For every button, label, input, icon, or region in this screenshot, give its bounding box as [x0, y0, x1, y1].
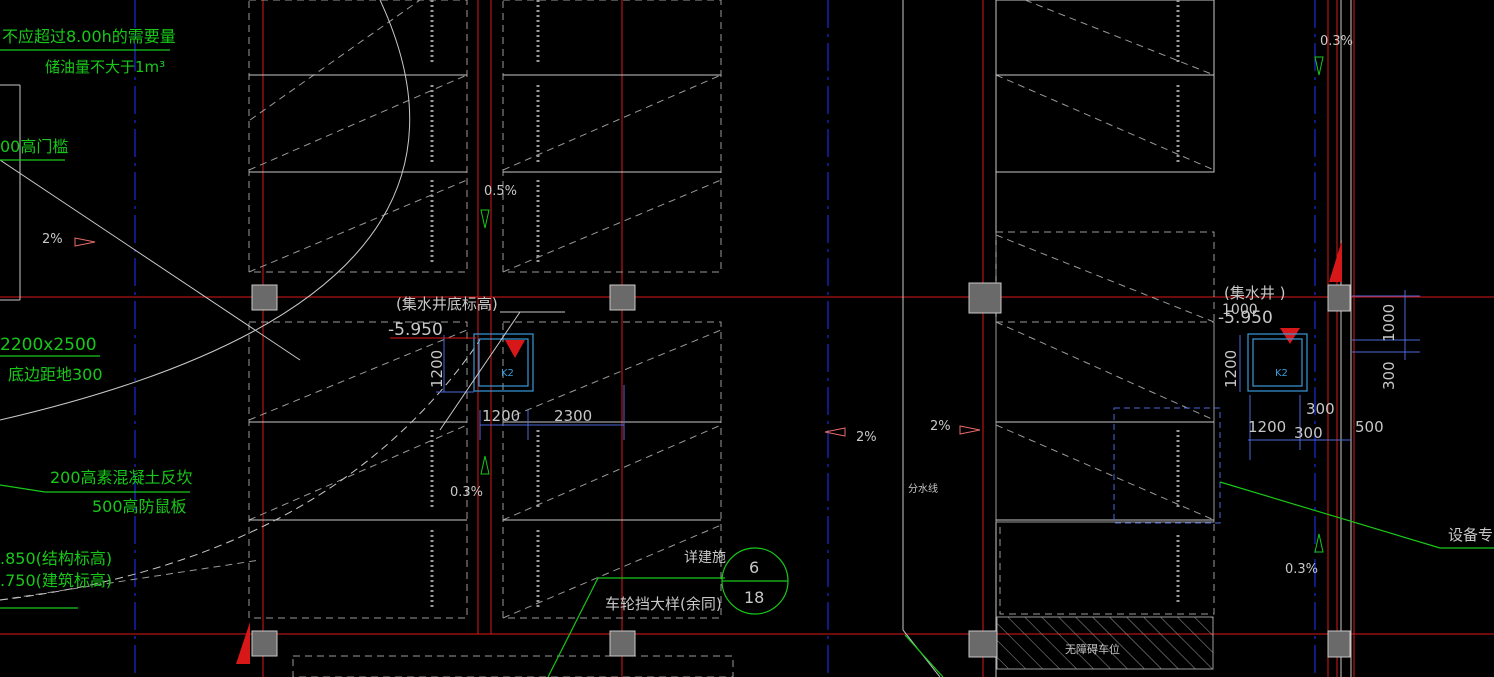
- leader-lines: [0, 49, 1494, 677]
- slope-arrow: [959, 425, 981, 435]
- stall-diagonal: [995, 74, 1215, 171]
- parking-stall: [502, 321, 722, 619]
- slope-arrow: [1314, 56, 1324, 76]
- wheel-stop-note: 车轮挡大样(余同): [605, 595, 722, 613]
- stall-diagonal: [502, 424, 722, 521]
- barrier-free-label: 无障碍车位: [1065, 642, 1120, 656]
- column: [968, 282, 1002, 314]
- sump-left-dim-h1: 1200: [482, 407, 520, 425]
- slope-label: 0.3%: [450, 485, 483, 500]
- annotation-text: 不应超过8.00h的需要量 储油量不大于1m³ 00高门槛 2200x2500 …: [0, 27, 1493, 656]
- slope-label: 0.3%: [1285, 562, 1318, 577]
- stall-diagonal: [502, 179, 722, 273]
- sump-right-dim-500: 500: [1355, 418, 1384, 436]
- column: [251, 630, 278, 657]
- slope-label: 2%: [42, 232, 63, 247]
- parking-stall: [292, 655, 734, 677]
- slope-label: 2%: [930, 419, 951, 434]
- stall-diagonal: [995, 321, 1215, 421]
- sump-outer: [1247, 333, 1308, 392]
- sump-right-dim-300v: 300: [1380, 361, 1398, 390]
- slope-label: 0.5%: [484, 184, 517, 199]
- stall-diagonal: [248, 179, 468, 273]
- stall-diagonal: [248, 74, 468, 171]
- sump-left-elev: -5.950: [388, 320, 443, 340]
- sump-right-dim-300a: 300: [1306, 400, 1335, 418]
- column: [968, 630, 998, 658]
- leader-line: [547, 577, 599, 677]
- parking-stall: [995, 231, 1215, 523]
- sump-right-dim-300b: 300: [1294, 424, 1323, 442]
- elevation-marker: [1280, 328, 1300, 344]
- column: [1327, 630, 1351, 658]
- sump-right-title: (集水井 ): [1224, 284, 1285, 302]
- rat-board-note: 500高防鼠板: [92, 497, 187, 516]
- slope-label: 2%: [856, 430, 877, 445]
- parking-stall: [248, 0, 468, 273]
- sump-right-tag: K2: [1275, 368, 1288, 379]
- slope-label: 0.3%: [1320, 34, 1353, 49]
- leader-line: [1219, 481, 1441, 549]
- sump-left-title: (集水井底标高): [396, 295, 498, 313]
- arch-elev-note: .750(建筑标高): [0, 571, 112, 590]
- ramp-arc: [0, 159, 301, 361]
- detail-number: 6: [749, 558, 759, 577]
- concrete-curb-note: 200高素混凝土反坎: [50, 468, 193, 487]
- sump-left-dim-h2: 2300: [554, 407, 592, 425]
- column: [609, 284, 636, 311]
- equipment-box: [1113, 407, 1221, 524]
- parking-stall: [502, 0, 722, 273]
- bottom-distance-note: 底边距地300: [8, 365, 103, 384]
- wheel-stops: [430, 0, 1180, 610]
- sump-right-overlap: 1000: [1222, 302, 1258, 318]
- parking-outline: [995, 0, 1215, 173]
- elevation-marker: [505, 340, 525, 358]
- oil-storage-note: 储油量不大于1m³: [45, 58, 165, 76]
- axis-lines: [134, 0, 1316, 677]
- parking-stalls: [0, 0, 1215, 677]
- sump-right-dim-h1: 1200: [1248, 418, 1286, 436]
- stall-diagonal: [995, 424, 1215, 521]
- slope-arrow: [74, 237, 96, 247]
- sheet-number: 18: [744, 588, 764, 607]
- equipment-note: 设备专: [1448, 526, 1493, 544]
- stall-diagonal: [1024, 0, 1215, 76]
- stall-diagonal: [502, 74, 722, 171]
- stall-diagonal: [502, 329, 722, 421]
- walls: [0, 0, 1352, 677]
- sump-right-dim-v: 1200: [1222, 350, 1240, 388]
- sump-left-tag: K2: [501, 368, 514, 379]
- leader-line: [0, 484, 46, 493]
- ramp-curve: [249, 0, 421, 121]
- slope-arrow: [480, 209, 490, 229]
- stall-diagonal: [248, 424, 468, 521]
- slope-arrows: [74, 237, 981, 437]
- leader-line: [904, 634, 944, 677]
- divide-line-note: 分水线: [908, 482, 938, 495]
- stall-diagonal: [995, 234, 1215, 323]
- column: [609, 630, 636, 657]
- column: [251, 284, 278, 311]
- sump-right-dim-1000: 1000: [1380, 304, 1398, 342]
- parking-stall: [999, 521, 1215, 615]
- oil-usage-note: 不应超过8.00h的需要量: [2, 27, 176, 46]
- sill-note: 00高门槛: [0, 137, 68, 156]
- elevation-marker: [236, 622, 250, 664]
- column: [1327, 284, 1351, 312]
- sump-pit-right: [1247, 333, 1308, 392]
- cad-drawing-canvas[interactable]: 不应超过8.00h的需要量 储油量不大于1m³ 00高门槛 2200x2500 …: [0, 0, 1494, 677]
- sump-left-dim-v: 1200: [428, 350, 446, 388]
- slope-arrows-green: [480, 56, 1324, 553]
- slope-arrow: [480, 455, 490, 475]
- slope-arrow: [1314, 533, 1324, 553]
- struct-elev-note: .850(结构标高): [0, 549, 112, 568]
- elevation-marker: [1329, 240, 1342, 282]
- detail-ref: 详建施: [684, 550, 726, 566]
- size-note: 2200x2500: [0, 335, 97, 355]
